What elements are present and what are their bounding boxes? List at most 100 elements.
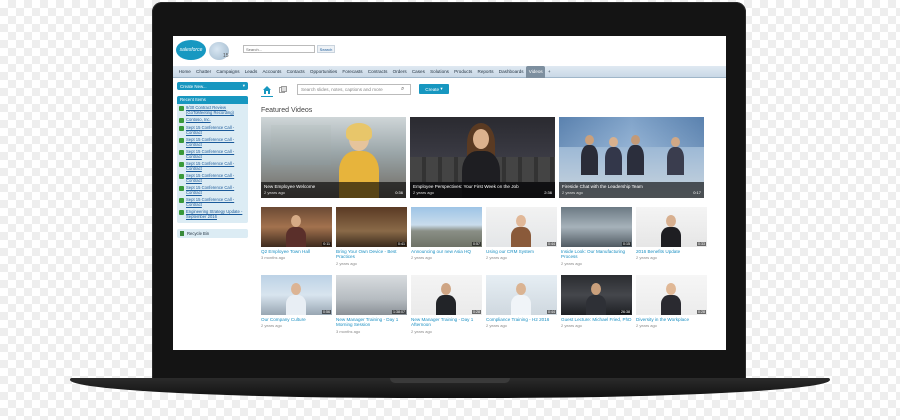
thumbnail-figure-head [516,215,526,227]
tab-accounts[interactable]: Accounts [260,66,284,78]
video-title[interactable]: Guest Lecture: Michael Fried, PhD [561,317,632,322]
video-row: 0:11 Q2 Employee Town Hall 3 months ago 0:4… [261,207,707,266]
video-meta: 2 years ago [636,255,657,261]
video-card[interactable]: 0:28 New Manager Training - Day 1 Afterno… [411,275,482,334]
video-card[interactable]: 0:44 Compliance Training - H2 2016 2 years… [486,275,557,334]
recent-item[interactable]: Sept 15 Conference Call - Contract [177,172,248,184]
thumbnail-figure-body [511,227,531,247]
video-duration: 0:56 [322,310,331,314]
recent-item[interactable]: 9/30 Contract Review (GoToMeeting Record… [177,104,248,116]
home-tab-indicator [261,96,273,97]
recent-item-label: Sept 15 Conference Call - Contract [186,185,235,195]
gallery-icon[interactable] [279,86,287,94]
video-title[interactable]: Announcing our new Asia HQ [411,249,482,254]
search-icon[interactable]: ⌕ [401,86,404,93]
recent-item[interactable]: Sept 15 Conference Call - Contract [177,184,248,196]
video-card[interactable]: 0:15 Inside Look: Our Manufacturing Proce… [561,207,632,266]
main-content: Search slides, notes, captions and more … [259,82,723,348]
recent-item[interactable]: Sept 15 Conference Call - Contract [177,124,248,136]
video-title[interactable]: Bring Your Own Device - Best Practices [336,249,407,260]
featured-video-card[interactable]: New Employee Welcome 2 years ago 0:36 [261,117,406,198]
video-card[interactable]: 26:38 Guest Lecture: Michael Fried, PhD 2 … [561,275,632,334]
recycle-bin-label: Recycle Bin [187,231,210,236]
create-new-button[interactable]: Create New... ▾ [177,82,248,90]
video-title[interactable]: 2016 Benefits Update [636,249,707,254]
recent-item-label: 9/30 Contract Review (GoToMeeting Record… [186,105,234,115]
recycle-bin-link[interactable]: Recycle Bin [177,229,248,238]
featured-videos-heading: Featured Videos [261,107,313,114]
video-title[interactable]: Using our CRM System [486,249,557,254]
video-card[interactable]: 0:28 Diversity in the Workplace 2 years ag… [636,275,707,334]
video-title[interactable]: Inside Look: Our Manufacturing Process [561,249,632,260]
chevron-down-icon: ▾ [242,83,245,88]
thumbnail-figure-head [591,283,601,295]
salesforce-logo[interactable]: salesforce [176,40,206,60]
video-caption: New Employee Welcome 2 years ago [261,182,406,198]
tab-campaigns[interactable]: Campaigns [214,66,242,78]
tab-products[interactable]: Products [452,66,475,78]
tab-orders[interactable]: Orders [390,66,409,78]
tab-reports[interactable]: Reports [475,66,496,78]
tab-contracts[interactable]: Contracts [365,66,390,78]
video-card[interactable]: 0:57 Announcing our new Asia HQ 2 years ag… [411,207,482,266]
video-title[interactable]: New Manager Training - Day 1 Afternoon [411,317,482,328]
recent-item-label: Engineering Strategy Update - September … [186,209,243,219]
global-search-input[interactable]: Search... [243,45,315,53]
video-title[interactable]: Our Company Culture [261,317,332,322]
featured-video-card[interactable]: Fireside Chat with the Leadership Team 2… [559,117,704,198]
video-card[interactable]: 0:33 2016 Benefits Update 2 years ago [636,207,707,266]
laptop-notch [390,378,510,383]
video-title: Fireside Chat with the Leadership Team [562,184,643,189]
tab-home[interactable]: Home [176,66,193,78]
create-video-button[interactable]: Create ▾ [419,84,449,94]
video-title[interactable]: Compliance Training - H2 2016 [486,317,557,322]
recent-item[interactable]: Sept 15 Conference Call - Contract [177,196,248,208]
video-thumbnail: 0:28 [636,275,707,315]
recent-item[interactable]: Sept 15 Conference Call - Contract [177,136,248,148]
video-card[interactable]: 0:41 Bring Your Own Device - Best Practic… [336,207,407,266]
thumbnail-figure-head [666,283,676,295]
video-thumbnail: 0:57 [411,207,482,247]
tab-leads[interactable]: Leads [242,66,260,78]
tab-forecasts[interactable]: Forecasts [340,66,365,78]
video-duration: 0:44 [547,310,556,314]
tab-contacts[interactable]: Contacts [284,66,307,78]
screen: salesforce 15 Search... Search Home Chatt… [173,36,726,350]
video-card[interactable]: 1:38:07 New Manager Training - Day 1 Morn… [336,275,407,334]
video-card[interactable]: 0:44 Using our CRM System 2 years ago [486,207,557,266]
video-title[interactable]: Q2 Employee Town Hall [261,249,332,254]
thumbnail-figure-body [436,295,456,315]
tab-cases[interactable]: Cases [409,66,427,78]
featured-video-card[interactable]: Employee Perspectives: Your First Week o… [410,117,555,198]
tab-chatter[interactable]: Chatter [193,66,213,78]
record-icon [179,138,184,143]
video-title[interactable]: New Manager Training - Day 1 Morning Ses… [336,317,407,328]
recent-items-panel: Recent Items 9/30 Contract Review (GoToM… [177,96,248,223]
global-search-button[interactable]: Search [317,45,335,53]
thumbnail-figure-head [441,283,451,295]
video-card[interactable]: 0:56 Our Company Culture 2 years ago [261,275,332,334]
tab-videos[interactable]: Videos [526,65,546,78]
home-icon[interactable] [262,85,272,95]
video-meta: 2 years ago [336,260,357,266]
video-title[interactable]: Diversity in the Workplace [636,317,707,322]
video-meta: 3 months ago [261,255,286,261]
tab-add[interactable]: + [545,66,553,78]
record-icon [179,162,184,167]
recent-item[interactable]: Engineering Strategy Update - September … [177,208,248,220]
recent-item[interactable]: Sept 15 Conference Call - Contract [177,160,248,172]
record-icon [179,118,184,123]
video-duration: 0:33 [697,242,706,246]
video-duration: 0:57 [472,242,481,246]
thumbnail-figure-body [586,295,606,315]
video-meta: 2 years ago [562,190,583,195]
recent-item[interactable]: Sept 15 Conference Call - Contract [177,148,248,160]
tab-solutions[interactable]: Solutions [427,66,451,78]
tab-dashboards[interactable]: Dashboards [496,66,526,78]
tab-opportunities[interactable]: Opportunities [307,66,340,78]
recent-item[interactable]: Contoso, Inc. [177,116,248,124]
video-thumbnail: 0:41 [336,207,407,247]
video-card[interactable]: 0:11 Q2 Employee Town Hall 3 months ago [261,207,332,266]
video-duration: 0:41 [397,242,406,246]
video-search-input[interactable]: Search slides, notes, captions and more [297,84,411,95]
